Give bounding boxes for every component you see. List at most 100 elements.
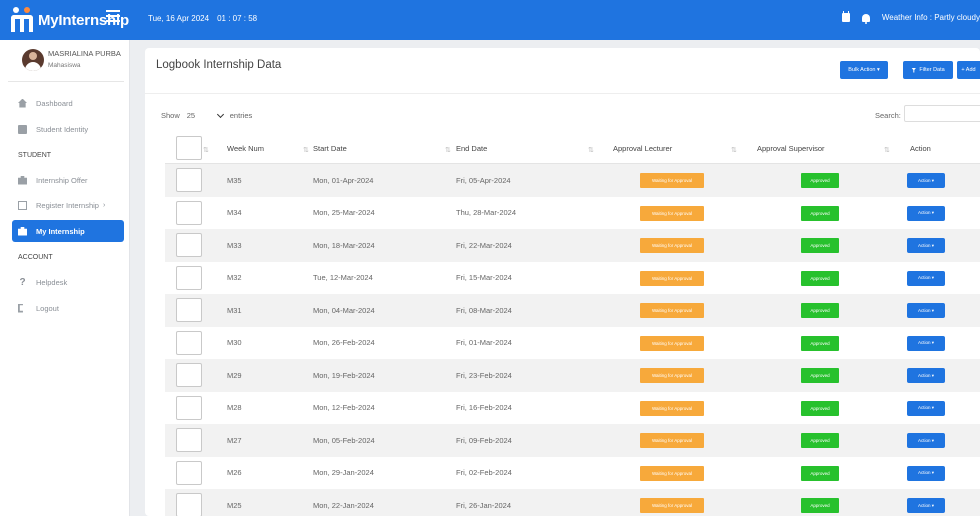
sort-icon[interactable]: ⇅ xyxy=(588,146,594,154)
sidebar-item-label: Student Identity xyxy=(36,124,89,134)
status-badge-supervisor: Approved xyxy=(801,173,839,188)
sidebar-item-student-identity[interactable]: Student Identity xyxy=(12,118,124,140)
cell-end-date: Fri, 01-Mar-2024 xyxy=(456,338,512,348)
chevron-right-icon: › xyxy=(102,201,106,209)
cell-end-date: Fri, 26-Jan-2024 xyxy=(456,500,512,510)
row-checkbox[interactable] xyxy=(176,265,202,290)
action-button[interactable]: Action ▾ xyxy=(907,238,945,253)
entries-select[interactable]: 25 xyxy=(184,109,226,122)
cell-week-num: M35 xyxy=(227,175,242,185)
sidebar-item-register-internship[interactable]: Register Internship › xyxy=(12,194,124,216)
search-label: Search: xyxy=(875,111,901,120)
header-end-date[interactable]: End Date xyxy=(456,132,487,164)
briefcase-icon xyxy=(18,226,27,236)
user-profile[interactable]: MASRIALINA PURBA Mahasiswa xyxy=(8,46,124,82)
cell-end-date: Fri, 15-Mar-2024 xyxy=(456,273,512,283)
current-time: 01 : 07 : 58 xyxy=(217,14,258,23)
action-button[interactable]: Action ▾ xyxy=(907,303,945,318)
cell-end-date: Fri, 16-Feb-2024 xyxy=(456,403,512,413)
sidebar-item-dashboard[interactable]: Dashboard xyxy=(12,92,124,114)
bell-icon[interactable] xyxy=(861,13,870,24)
id-card-icon xyxy=(18,124,27,134)
table-body: M35 Mon, 01-Apr-2024 Fri, 05-Apr-2024 Waiti… xyxy=(165,164,980,516)
add-button[interactable]: + Add xyxy=(957,61,980,79)
cell-start-date: Mon, 05-Feb-2024 xyxy=(313,435,375,445)
entries-label: entries xyxy=(229,111,253,120)
sort-icon[interactable]: ⇅ xyxy=(884,146,890,154)
home-icon xyxy=(18,98,27,108)
sort-icon[interactable]: ⇅ xyxy=(203,146,209,154)
cell-start-date: Mon, 18-Mar-2024 xyxy=(313,240,375,250)
chevron-down-icon xyxy=(216,110,224,118)
top-bar: MyInternship Tue, 16 Apr 2024 01 : 07 : 5… xyxy=(0,0,980,40)
row-checkbox[interactable] xyxy=(176,428,202,452)
sidebar-item-my-internship[interactable]: My Internship xyxy=(12,220,124,242)
cell-week-num: M33 xyxy=(227,240,242,250)
cell-week-num: M31 xyxy=(227,305,242,315)
sidebar-item-internship-offer[interactable]: Internship Offer xyxy=(12,169,124,191)
header-week-num[interactable]: Week Num xyxy=(227,132,264,164)
header-approval-lecturer[interactable]: Approval Lecturer xyxy=(613,132,672,164)
action-button[interactable]: Action ▾ xyxy=(907,465,945,481)
action-button[interactable]: Action ▾ xyxy=(907,368,945,383)
row-checkbox[interactable] xyxy=(176,363,202,387)
sort-icon[interactable]: ⇅ xyxy=(731,146,737,154)
divider xyxy=(145,93,980,94)
status-badge-lecturer: Waiting for Approval xyxy=(640,433,704,448)
sidebar-item-label: Logout xyxy=(36,303,59,313)
row-checkbox[interactable] xyxy=(176,233,202,257)
table-row: M33 Mon, 18-Mar-2024 Fri, 22-Mar-2024 Waiti… xyxy=(165,229,980,262)
filter-data-label: Filter Data xyxy=(919,67,945,73)
cell-end-date: Fri, 22-Mar-2024 xyxy=(456,240,512,250)
sort-icon[interactable]: ⇅ xyxy=(445,146,451,154)
header-start-date[interactable]: Start Date xyxy=(313,132,347,164)
header-action: Action xyxy=(910,143,931,153)
cell-week-num: M25 xyxy=(227,500,242,510)
bulk-action-button[interactable]: Bulk Action ▾ xyxy=(840,61,888,79)
row-checkbox[interactable] xyxy=(176,298,202,322)
table-row: M31 Mon, 04-Mar-2024 Fri, 08-Mar-2024 Waiti… xyxy=(165,294,980,327)
status-badge-lecturer: Waiting for Approval xyxy=(640,173,704,188)
row-checkbox[interactable] xyxy=(176,200,202,225)
action-button[interactable]: Action ▾ xyxy=(907,270,945,286)
section-student: STUDENT xyxy=(18,152,52,159)
status-badge-supervisor: Approved xyxy=(801,238,839,253)
action-button[interactable]: Action ▾ xyxy=(907,498,945,513)
logbook-table: ⇅ Week Num ⇅ Start Date ⇅ End Date ⇅ App… xyxy=(165,132,980,516)
question-icon: ? xyxy=(19,276,26,288)
row-checkbox[interactable] xyxy=(176,493,202,516)
sidebar-item-helpdesk[interactable]: ? Helpdesk xyxy=(12,271,124,293)
action-button[interactable]: Action ▾ xyxy=(907,173,945,188)
cell-start-date: Mon, 12-Feb-2024 xyxy=(313,403,375,413)
search-input[interactable] xyxy=(904,105,980,122)
logout-icon xyxy=(18,303,23,313)
row-checkbox[interactable] xyxy=(176,395,202,420)
filter-data-button[interactable]: Filter Data xyxy=(903,61,953,79)
action-button[interactable]: Action ▾ xyxy=(907,335,945,351)
table-row: M30 Mon, 26-Feb-2024 Fri, 01-Mar-2024 Waiti… xyxy=(165,327,980,360)
row-checkbox[interactable] xyxy=(176,330,202,355)
row-checkbox[interactable] xyxy=(176,460,202,485)
status-badge-supervisor: Approved xyxy=(801,303,839,318)
calendar-icon[interactable] xyxy=(841,11,850,22)
document-icon xyxy=(18,200,27,210)
table-row: M26 Mon, 29-Jan-2024 Fri, 02-Feb-2024 Waiti… xyxy=(165,457,980,490)
status-badge-lecturer: Waiting for Approval xyxy=(640,238,704,253)
action-button[interactable]: Action ▾ xyxy=(907,205,945,221)
sort-icon[interactable]: ⇅ xyxy=(303,146,309,154)
sidebar-item-label: Register Internship xyxy=(36,200,99,210)
filter-icon xyxy=(911,67,917,73)
action-button[interactable]: Action ▾ xyxy=(907,400,945,416)
header-approval-supervisor[interactable]: Approval Supervisor xyxy=(757,132,825,164)
cell-end-date: Fri, 23-Feb-2024 xyxy=(456,370,512,380)
logbook-card: Logbook Internship Data Bulk Action ▾ Fi… xyxy=(145,48,980,516)
menu-toggle-icon[interactable] xyxy=(106,10,120,22)
logo-icon xyxy=(10,7,34,33)
sidebar-item-logout[interactable]: Logout xyxy=(12,297,124,319)
user-role: Mahasiswa xyxy=(48,62,81,69)
briefcase-icon xyxy=(18,175,27,185)
action-button[interactable]: Action ▾ xyxy=(907,433,945,448)
row-checkbox[interactable] xyxy=(176,168,202,192)
select-all-checkbox[interactable] xyxy=(176,136,202,160)
cell-start-date: Mon, 04-Mar-2024 xyxy=(313,305,375,315)
